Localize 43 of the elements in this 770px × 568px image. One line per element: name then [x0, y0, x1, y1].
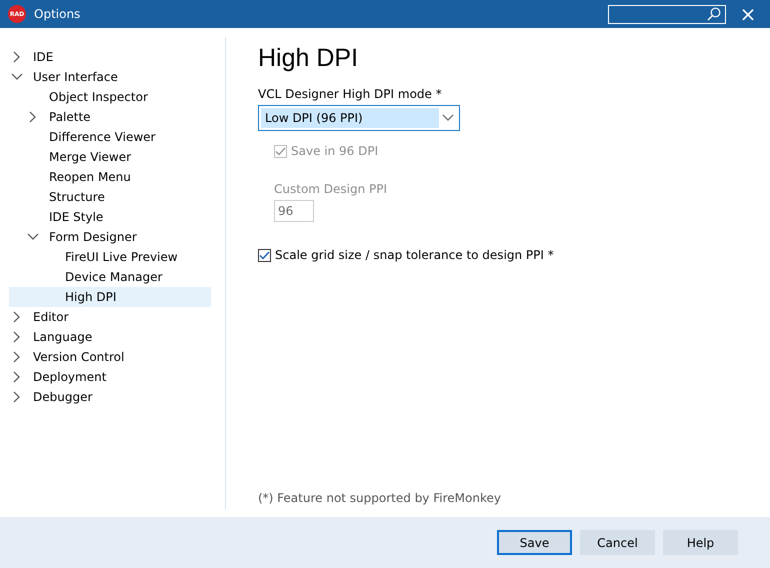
tree-item[interactable]: Editor: [9, 307, 211, 327]
search-field[interactable]: [608, 4, 726, 24]
field-label: VCL Designer High DPI mode *: [258, 87, 443, 101]
close-button[interactable]: ×: [726, 4, 770, 24]
expand-chevron-icon[interactable]: [13, 351, 21, 363]
tree-item[interactable]: Reopen Menu: [9, 167, 211, 187]
window-title: Options: [34, 7, 80, 21]
field-label: Custom Design PPI: [274, 182, 388, 196]
tree-item[interactable]: User Interface: [9, 67, 211, 87]
tree-item[interactable]: Form Designer: [9, 227, 211, 247]
expand-chevron-icon[interactable]: [13, 51, 21, 63]
tree-item[interactable]: Merge Viewer: [9, 147, 211, 167]
tree-item[interactable]: IDE: [9, 47, 211, 67]
expand-chevron-icon[interactable]: [13, 331, 21, 343]
checkbox-label: Save in 96 DPI: [291, 144, 378, 158]
tree-item[interactable]: Version Control: [9, 347, 211, 367]
tree-item[interactable]: Object Inspector: [9, 87, 211, 107]
expand-chevron-icon[interactable]: [29, 111, 37, 123]
tree-item[interactable]: Debugger: [9, 387, 211, 407]
tree-item[interactable]: FireUI Live Preview: [9, 247, 211, 267]
tree-item[interactable]: High DPI: [9, 287, 211, 307]
tree-item[interactable]: Structure: [9, 187, 211, 207]
collapse-chevron-icon[interactable]: [11, 73, 23, 81]
expand-chevron-icon[interactable]: [13, 391, 21, 403]
tree-item[interactable]: Device Manager: [9, 267, 211, 287]
dialog-button[interactable]: Save: [497, 530, 572, 555]
search-icon: [707, 7, 721, 21]
tree-item[interactable]: Deployment: [9, 367, 211, 387]
tree-item[interactable]: IDE Style: [9, 207, 211, 227]
expand-chevron-icon[interactable]: [13, 311, 21, 323]
page-heading: High DPI: [258, 44, 360, 73]
tree-item[interactable]: Palette: [9, 107, 211, 127]
dropdown-caret-icon: [442, 114, 454, 122]
tree-item[interactable]: Language: [9, 327, 211, 347]
expand-chevron-icon[interactable]: [13, 371, 21, 383]
checkbox-label: Scale grid size / snap tolerance to design PPI *: [275, 248, 554, 262]
tree-item[interactable]: Difference Viewer: [9, 127, 211, 147]
dialog-button[interactable]: Cancel: [580, 530, 655, 555]
dialog-button[interactable]: Help: [663, 530, 738, 555]
checkbox[interactable]: [258, 248, 271, 262]
collapse-chevron-icon[interactable]: [27, 233, 39, 241]
dpi-mode-dropdown[interactable]: Low DPI (96 PPI): [258, 105, 460, 131]
footnote: (*) Feature not supported by FireMonkey: [258, 491, 502, 505]
